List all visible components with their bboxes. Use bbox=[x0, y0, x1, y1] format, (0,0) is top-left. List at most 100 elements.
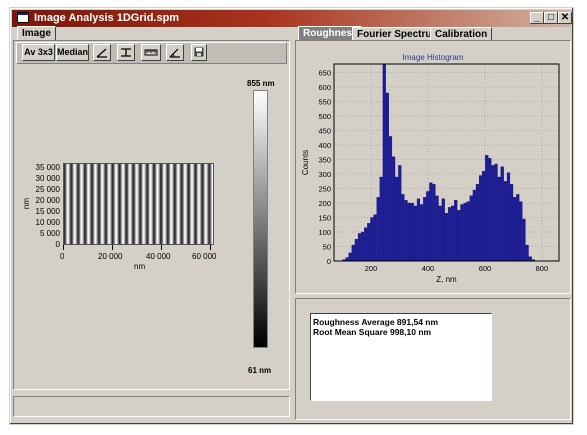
x-tick-label: 600 bbox=[479, 264, 492, 273]
histogram-bar bbox=[506, 172, 511, 262]
histogram-chart: Image Histogram 0 50 100 150 200 250 300 350 400… bbox=[301, 53, 560, 284]
minimize-button[interactable]: _ bbox=[530, 12, 544, 24]
histogram-bar bbox=[385, 92, 389, 262]
y-tick-label: 5 000 bbox=[39, 229, 60, 238]
save-icon bbox=[194, 47, 204, 57]
plot-bars bbox=[342, 63, 535, 262]
y-tick-label: 30 000 bbox=[35, 174, 60, 183]
angle-icon bbox=[169, 48, 180, 58]
y-tick-label: 20 000 bbox=[35, 196, 60, 205]
x-tick-label: 20 000 bbox=[98, 252, 123, 261]
y-tick-label: 0 bbox=[55, 240, 60, 249]
spm-image[interactable] bbox=[63, 163, 214, 245]
line-level-icon bbox=[121, 48, 131, 57]
left-status-bar bbox=[13, 396, 290, 417]
chart-title: Image Histogram bbox=[403, 53, 464, 62]
y-tick-label: 200 bbox=[318, 199, 331, 208]
y-tick-label: 450 bbox=[318, 127, 331, 136]
plane-tilt-button[interactable] bbox=[93, 44, 111, 61]
histogram-bar bbox=[463, 202, 467, 262]
histogram-bar bbox=[373, 214, 377, 262]
y-ticks: 0 50 100 150 200 250 300 350 400 450 500 550 600 650 bbox=[318, 69, 331, 266]
histogram-bar bbox=[345, 257, 349, 262]
ruler-button[interactable] bbox=[141, 44, 161, 61]
colorbar bbox=[253, 90, 268, 348]
tab-image[interactable]: Image bbox=[17, 26, 56, 41]
y-tick-label: 500 bbox=[318, 112, 331, 121]
histogram-bar bbox=[410, 202, 414, 262]
x-tick-label: 0 bbox=[60, 252, 65, 261]
histogram-bar bbox=[510, 184, 514, 262]
line-level-button[interactable] bbox=[117, 44, 135, 61]
histogram-bar bbox=[516, 194, 520, 262]
histogram-bar bbox=[426, 191, 430, 262]
results-panel bbox=[295, 298, 571, 420]
y-axis-label: Counts bbox=[301, 150, 310, 175]
histogram-bar bbox=[361, 231, 365, 262]
histogram-bar bbox=[398, 165, 402, 262]
histogram-bar bbox=[457, 210, 461, 262]
y-tick-label: 300 bbox=[318, 170, 331, 179]
histogram-bar bbox=[395, 176, 399, 262]
histogram-bar bbox=[432, 184, 436, 262]
histogram-bar bbox=[466, 201, 470, 262]
histogram-bar bbox=[485, 155, 489, 262]
y-tick-label: 100 bbox=[318, 228, 331, 237]
histogram-bar bbox=[364, 227, 368, 262]
y-tick-label: 0 bbox=[327, 257, 331, 266]
x-tick-label: 400 bbox=[422, 264, 435, 273]
median-button[interactable]: Median bbox=[56, 44, 89, 61]
histogram-bar bbox=[525, 244, 529, 262]
plane-tilt-icon bbox=[96, 48, 107, 58]
histogram-bar bbox=[404, 200, 408, 262]
histogram-bar bbox=[423, 197, 427, 262]
histogram-bar bbox=[420, 204, 424, 262]
y-tick-label: 550 bbox=[318, 98, 331, 107]
histogram-bar bbox=[376, 197, 380, 262]
x-ticks: 200 400 600 800 bbox=[365, 264, 548, 273]
y-tick-label: 350 bbox=[318, 156, 331, 165]
y-tick-label: 150 bbox=[318, 214, 331, 223]
y-tick-label: 15 000 bbox=[35, 207, 60, 216]
y-tick-label: 50 bbox=[323, 243, 331, 252]
histogram-bar bbox=[351, 244, 355, 262]
histogram-bar bbox=[382, 63, 386, 262]
x-axis-label: Z, nm bbox=[436, 275, 457, 284]
image-y-label: nm bbox=[22, 197, 32, 210]
histogram-bar bbox=[475, 184, 479, 262]
histogram-bar bbox=[444, 213, 448, 262]
save-button[interactable] bbox=[191, 44, 207, 61]
histogram-bar bbox=[357, 233, 362, 262]
x-tick-label: 800 bbox=[536, 264, 549, 273]
angle-button[interactable] bbox=[166, 44, 184, 61]
y-tick-label: 25 000 bbox=[35, 185, 60, 194]
histogram-bar bbox=[370, 217, 374, 262]
average-3x3-button[interactable]: Av 3x3 bbox=[22, 44, 55, 61]
y-tick-label: 10 000 bbox=[35, 218, 60, 227]
histogram-bar bbox=[379, 176, 383, 262]
histogram-bar bbox=[500, 166, 504, 262]
histogram-bar bbox=[494, 163, 498, 262]
maximize-button[interactable]: □ bbox=[544, 12, 558, 24]
y-tick-label: 650 bbox=[318, 69, 331, 78]
histogram-bar bbox=[454, 200, 458, 262]
colorbar-min-label: 61 nm bbox=[248, 366, 272, 375]
histogram-bar bbox=[472, 189, 476, 262]
histogram-bar bbox=[497, 176, 501, 262]
histogram-bar bbox=[478, 175, 483, 262]
y-tick-label: 600 bbox=[318, 83, 331, 92]
histogram-bar bbox=[491, 165, 495, 262]
x-tick-label: 40 000 bbox=[146, 252, 171, 261]
image-x-axis-ticks bbox=[63, 245, 214, 250]
histogram-bar bbox=[348, 252, 352, 262]
histogram-bar bbox=[528, 256, 532, 262]
window-title: Image Analysis 1DGrid.spm bbox=[34, 12, 180, 24]
histogram-bar bbox=[513, 197, 517, 262]
x-tick-label: 60 000 bbox=[192, 252, 217, 261]
histogram-bar bbox=[441, 198, 445, 262]
histogram-bar bbox=[451, 205, 455, 262]
histogram-bar bbox=[435, 195, 439, 262]
histogram-bar bbox=[438, 205, 442, 262]
ruler-icon bbox=[144, 49, 158, 56]
close-button[interactable]: ✕ bbox=[558, 12, 572, 24]
